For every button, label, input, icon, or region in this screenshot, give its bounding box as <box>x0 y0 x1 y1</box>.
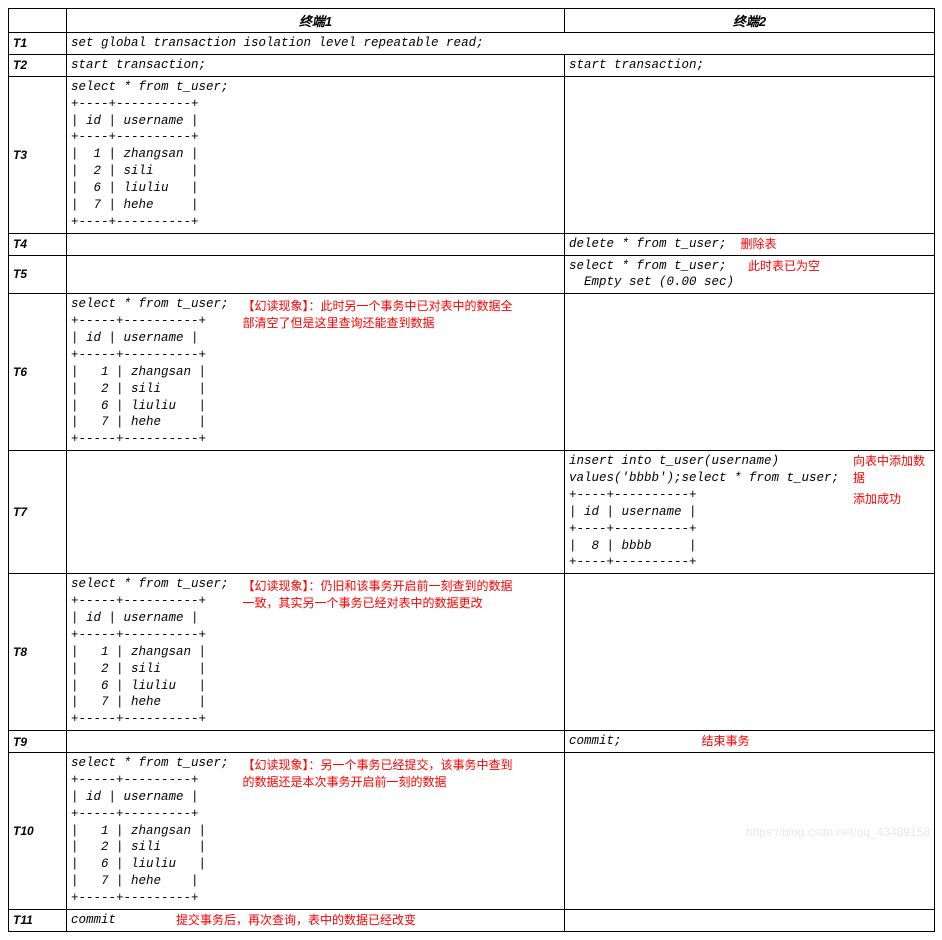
cell-t5-term1 <box>67 255 565 294</box>
sql-code: start transaction; <box>71 58 206 72</box>
annotation: 提交事务后，再次查询，表中的数据已经改变 <box>176 912 560 929</box>
annotation: 向表中添加数据 <box>853 453 930 487</box>
annotation: 【幻读现象】：此时另一个事务中已对表中的数据全部清空了但是这里查询还能查到数据 <box>243 298 523 332</box>
sql-code: select * from t_user; Empty set (0.00 se… <box>569 258 734 292</box>
sql-output: select * from t_user; +-----+----------+… <box>71 576 229 728</box>
step-label: T11 <box>9 909 67 931</box>
cell-t8-term2 <box>565 574 935 731</box>
sql-code: commit <box>71 912 116 929</box>
cell-t2-term2: start transaction; <box>565 54 935 76</box>
table-row: T6 select * from t_user; +-----+--------… <box>9 294 935 451</box>
cell-t1-term1: set global transaction isolation level r… <box>67 33 935 55</box>
table-row: T4 delete * from t_user; 删除表 <box>9 233 935 255</box>
table-row: T2 start transaction; start transaction; <box>9 54 935 76</box>
sql-output: select * from t_user; +----+----------+ … <box>71 79 560 231</box>
annotation: 此时表已为空 <box>748 258 930 275</box>
corner-cell <box>9 9 67 33</box>
cell-t5-term2: select * from t_user; Empty set (0.00 se… <box>565 255 935 294</box>
table-row: T11 commit 提交事务后，再次查询，表中的数据已经改变 <box>9 909 935 931</box>
sql-code: delete * from t_user; <box>569 236 727 253</box>
table-row: T10 select * from t_user; +-----+-------… <box>9 753 935 910</box>
sql-code: start transaction; <box>569 58 704 72</box>
table-row: T8 select * from t_user; +-----+--------… <box>9 574 935 731</box>
step-label: T6 <box>9 294 67 451</box>
annotation: 【幻读现象】：仍旧和该事务开启前一刻查到的数据一致，其实另一个事务已经对表中的数… <box>243 578 523 612</box>
cell-t2-term1: start transaction; <box>67 54 565 76</box>
sql-code: set global transaction isolation level r… <box>71 36 484 50</box>
sql-output: select * from t_user; +-----+---------+ … <box>71 755 229 907</box>
cell-t6-term1: select * from t_user; +-----+----------+… <box>67 294 565 451</box>
cell-t3-term2 <box>565 76 935 233</box>
annotation: 结束事务 <box>702 733 930 750</box>
header-row: 终端1 终端2 <box>9 9 935 33</box>
table-row: T7 insert into t_user(username) values('… <box>9 451 935 574</box>
cell-t4-term1 <box>67 233 565 255</box>
cell-t4-term2: delete * from t_user; 删除表 <box>565 233 935 255</box>
step-label: T3 <box>9 76 67 233</box>
sql-output: insert into t_user(username) values('bbb… <box>569 453 839 571</box>
step-label: T8 <box>9 574 67 731</box>
step-label: T1 <box>9 33 67 55</box>
table-row: T1 set global transaction isolation leve… <box>9 33 935 55</box>
cell-t7-term1 <box>67 451 565 574</box>
annotation: 添加成功 <box>853 491 930 508</box>
transaction-timeline-table: 终端1 终端2 T1 set global transaction isolat… <box>8 8 935 932</box>
cell-t10-term1: select * from t_user; +-----+---------+ … <box>67 753 565 910</box>
step-label: T10 <box>9 753 67 910</box>
table-row: T9 commit; 结束事务 <box>9 731 935 753</box>
cell-t3-term1: select * from t_user; +----+----------+ … <box>67 76 565 233</box>
cell-t9-term2: commit; 结束事务 <box>565 731 935 753</box>
cell-t10-term2 <box>565 753 935 910</box>
cell-t11-term1: commit 提交事务后，再次查询，表中的数据已经改变 <box>67 909 565 931</box>
header-term2: 终端2 <box>565 9 935 33</box>
step-label: T5 <box>9 255 67 294</box>
header-term1: 终端1 <box>67 9 565 33</box>
annotation: 【幻读现象】：另一个事务已经提交，该事务中查到的数据还是本次事务开启前一刻的数据 <box>243 757 523 791</box>
step-label: T4 <box>9 233 67 255</box>
step-label: T9 <box>9 731 67 753</box>
sql-code: commit; <box>569 733 622 750</box>
table-row: T5 select * from t_user; Empty set (0.00… <box>9 255 935 294</box>
table-row: T3 select * from t_user; +----+---------… <box>9 76 935 233</box>
cell-t11-term2 <box>565 909 935 931</box>
cell-t6-term2 <box>565 294 935 451</box>
step-label: T2 <box>9 54 67 76</box>
cell-t7-term2: insert into t_user(username) values('bbb… <box>565 451 935 574</box>
sql-output: select * from t_user; +-----+----------+… <box>71 296 229 448</box>
annotation: 删除表 <box>741 236 930 253</box>
step-label: T7 <box>9 451 67 574</box>
cell-t8-term1: select * from t_user; +-----+----------+… <box>67 574 565 731</box>
cell-t9-term1 <box>67 731 565 753</box>
